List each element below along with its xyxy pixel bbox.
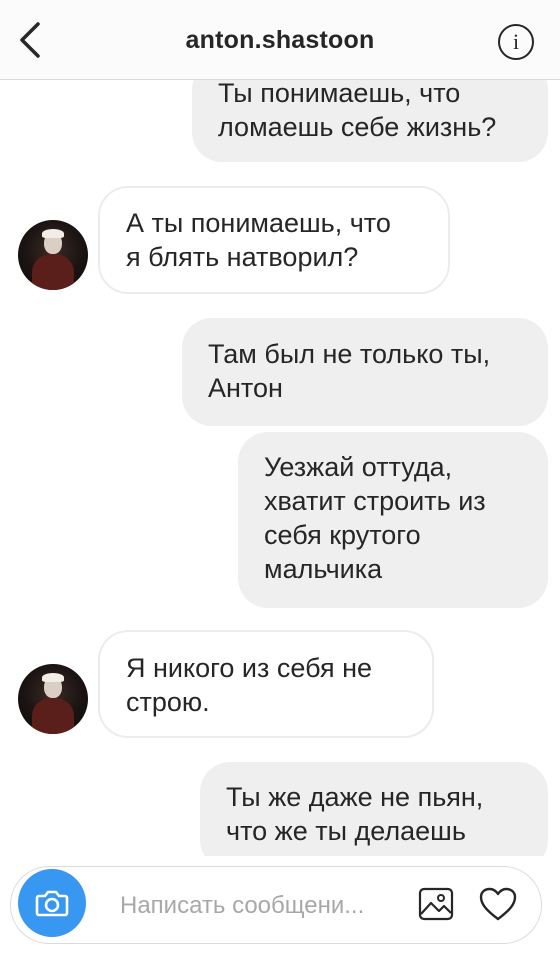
info-icon: i [512, 29, 520, 54]
message-text: Уезжай оттуда, [264, 452, 453, 482]
message-text: Я никого из себя не [126, 653, 372, 683]
message-thread[interactable]: Ты понимаешь, что ломаешь себе жизнь? А … [0, 80, 560, 856]
chat-header: anton.shastoon i [0, 0, 560, 80]
message-text: строю. [126, 687, 210, 717]
message-text: что же ты делаешь [226, 816, 466, 846]
message-text: хватит строить из [264, 486, 486, 516]
chat-title[interactable]: anton.shastoon [0, 26, 560, 55]
image-gallery-icon [418, 887, 454, 921]
camera-button[interactable] [18, 869, 86, 937]
message-bubble-outgoing[interactable]: Там был не только ты, Антон [182, 318, 548, 426]
message-text: А ты понимаешь, что [126, 208, 391, 238]
avatar[interactable] [18, 664, 88, 734]
heart-icon [479, 887, 517, 921]
avatar[interactable] [18, 220, 88, 290]
message-text: мальчика [264, 554, 383, 584]
like-button[interactable] [476, 882, 520, 926]
message-bubble-incoming[interactable]: А ты понимаешь, что я блять натворил? [98, 186, 450, 294]
message-bubble-incoming[interactable]: Я никого из себя не строю. [98, 630, 434, 738]
message-bubble-outgoing[interactable]: Ты же даже не пьян, что же ты делаешь [200, 762, 548, 856]
camera-icon [35, 890, 69, 917]
message-bubble-outgoing[interactable]: Уезжай оттуда, хватит строить из себя кр… [238, 432, 548, 608]
message-text: ломаешь себе жизнь? [218, 112, 497, 142]
message-input-placeholder: Написать сообщени... [120, 892, 365, 919]
info-button[interactable]: i [498, 24, 534, 60]
message-text: я блять натворил? [126, 242, 359, 272]
message-bubble-outgoing[interactable]: Ты понимаешь, что ломаешь себе жизнь? [192, 80, 548, 162]
gallery-button[interactable] [414, 882, 458, 926]
message-text: Ты понимаешь, что [218, 80, 461, 108]
message-text: себя крутого [264, 520, 421, 550]
message-text: Ты же даже не пьян, [226, 782, 484, 812]
message-text: Там был не только ты, [208, 339, 491, 369]
message-text: Антон [208, 373, 283, 403]
message-composer: Написать сообщени... [0, 856, 560, 960]
